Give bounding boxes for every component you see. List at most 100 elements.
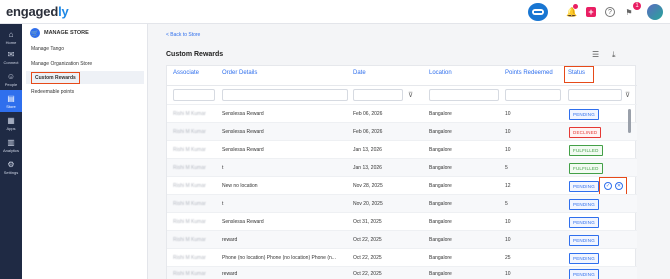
table-row[interactable]: Rishi M Kumar t Nov 20, 2025 Bangalore 5… bbox=[167, 194, 637, 212]
date-cell: Nov 28, 2025 bbox=[353, 183, 383, 189]
notification-dot bbox=[573, 4, 578, 9]
table-row[interactable]: Rishi M Kumar t Jan 13, 2026 Bangalore 5… bbox=[167, 158, 637, 176]
notification-count-badge: 1 bbox=[633, 2, 641, 10]
nav-item-settings[interactable]: ⚙ Settings bbox=[0, 156, 22, 178]
status-badge: PENDING bbox=[569, 109, 599, 120]
connect-icon: ✉ bbox=[7, 49, 15, 59]
table-scrollbar[interactable] bbox=[628, 109, 631, 133]
approve-icon[interactable]: ✓ bbox=[604, 182, 612, 190]
date-cell: Oct 22, 2025 bbox=[353, 255, 382, 261]
main-content: < Back to Store Custom Rewards ☰ ⤓ Assoc… bbox=[148, 24, 670, 279]
store-icon: ▤ bbox=[7, 93, 15, 103]
points-filter-input[interactable] bbox=[505, 89, 561, 101]
points-cell: 10 bbox=[505, 237, 511, 243]
status-badge: PENDING bbox=[569, 199, 599, 210]
analytics-icon: ▥ bbox=[7, 137, 15, 147]
associate-cell[interactable]: Rishi M Kumar bbox=[173, 129, 206, 135]
associate-cell[interactable]: Rishi M Kumar bbox=[173, 237, 206, 243]
points-cell: 10 bbox=[505, 111, 511, 117]
location-cell: Bangalore bbox=[429, 147, 452, 153]
associate-cell[interactable]: Rishi M Kumar bbox=[173, 147, 206, 153]
nav-item-store[interactable]: ▤ Store bbox=[0, 90, 22, 112]
help-icon[interactable]: ? bbox=[605, 7, 615, 17]
location-cell: Bangalore bbox=[429, 201, 452, 207]
nav-item-home[interactable]: ⌂ Home bbox=[0, 26, 22, 48]
points-cell: 10 bbox=[505, 271, 511, 277]
nav-item-apps[interactable]: ▦ Apps bbox=[0, 112, 22, 134]
date-cell: Oct 22, 2025 bbox=[353, 237, 382, 243]
filter-settings-icon[interactable]: ☰ bbox=[592, 50, 599, 59]
location-cell: Bangalore bbox=[429, 111, 452, 117]
table-row[interactable]: Rishi M Kumar New no location Nov 28, 20… bbox=[167, 176, 637, 195]
order-cell: reward bbox=[222, 237, 238, 243]
table-row[interactable]: Rishi M Kumar Senslessa Reward Feb 06, 2… bbox=[167, 122, 637, 140]
download-icon[interactable]: ⤓ bbox=[612, 50, 616, 60]
gear-icon: ⚙ bbox=[7, 159, 15, 169]
associate-filter-input[interactable] bbox=[173, 89, 215, 101]
column-header-status[interactable]: Status bbox=[568, 70, 585, 76]
submenu-item-redeemable-points[interactable]: Redeemable points bbox=[31, 89, 74, 95]
location-cell: Bangalore bbox=[429, 237, 452, 243]
date-filter-input[interactable] bbox=[353, 89, 403, 101]
status-badge: FULFILLED bbox=[569, 145, 603, 156]
chatbot-icon[interactable] bbox=[528, 3, 548, 21]
top-bar: engagedly 🔔 + ? ⚑ 1 bbox=[0, 0, 670, 24]
plus-icon[interactable]: + bbox=[586, 7, 596, 17]
location-cell: Bangalore bbox=[429, 271, 452, 277]
submenu-item-custom-rewards[interactable]: Custom Rewards bbox=[26, 71, 144, 84]
column-header-order-details[interactable]: Order Details bbox=[222, 70, 257, 76]
order-cell: New no location bbox=[222, 183, 258, 189]
nav-item-connect[interactable]: ✉ Connect bbox=[0, 46, 22, 68]
table-row[interactable]: Rishi M Kumar reward Oct 22, 2025 Bangal… bbox=[167, 230, 637, 248]
location-cell: Bangalore bbox=[429, 165, 452, 171]
status-badge: DECLINED bbox=[569, 127, 602, 138]
brand-logo[interactable]: engagedly bbox=[6, 4, 69, 19]
column-header-points-redeemed[interactable]: Points Redeemed bbox=[505, 70, 553, 76]
status-badge: PENDING bbox=[569, 253, 599, 264]
order-cell: Senslessa Reward bbox=[222, 147, 264, 153]
table-row[interactable]: Rishi M Kumar Phone (no location) Phone … bbox=[167, 248, 637, 266]
points-cell: 5 bbox=[505, 201, 508, 207]
points-cell: 10 bbox=[505, 219, 511, 225]
nav-item-analytics[interactable]: ▥ Analytics bbox=[0, 134, 22, 156]
order-cell: t bbox=[222, 201, 224, 207]
rewards-table: Associate Order Details Date Location Po… bbox=[166, 65, 637, 279]
date-cell: Jan 13, 2026 bbox=[353, 147, 382, 153]
apps-icon: ▦ bbox=[7, 115, 15, 125]
order-filter-input[interactable] bbox=[222, 89, 348, 101]
order-cell: Senslessa Reward bbox=[222, 129, 264, 135]
associate-cell[interactable]: Rishi M Kumar bbox=[173, 111, 206, 117]
location-filter-input[interactable] bbox=[429, 89, 499, 101]
column-header-date[interactable]: Date bbox=[353, 70, 366, 76]
nav-item-people[interactable]: ☺ People bbox=[0, 68, 22, 90]
submenu-item-manage-org-store[interactable]: Manage Organization Store bbox=[31, 61, 92, 67]
back-to-store-link[interactable]: < Back to Store bbox=[166, 32, 200, 38]
points-cell: 10 bbox=[505, 147, 511, 153]
column-header-location[interactable]: Location bbox=[429, 70, 452, 76]
avatar[interactable] bbox=[647, 4, 663, 20]
points-cell: 12 bbox=[505, 183, 511, 189]
associate-cell[interactable]: Rishi M Kumar bbox=[173, 219, 206, 225]
order-cell: Senslessa Reward bbox=[222, 219, 264, 225]
table-row[interactable]: Rishi M Kumar reward Oct 22, 2025 Bangal… bbox=[167, 266, 637, 279]
submenu-item-manage-tango[interactable]: Manage Tango bbox=[31, 46, 64, 52]
left-nav: ⌂ Home ✉ Connect ☺ People ▤ Store ▦ Apps… bbox=[0, 24, 22, 279]
order-cell: Senslessa Reward bbox=[222, 111, 264, 117]
associate-cell[interactable]: Rishi M Kumar bbox=[173, 271, 206, 277]
status-filter-icon[interactable]: ⊽ bbox=[625, 91, 630, 99]
column-header-associate[interactable]: Associate bbox=[173, 70, 199, 76]
status-filter-input[interactable] bbox=[568, 89, 622, 101]
table-row[interactable]: Rishi M Kumar Senslessa Reward Oct 31, 2… bbox=[167, 212, 637, 230]
table-row[interactable]: Rishi M Kumar Senslessa Reward Feb 06, 2… bbox=[167, 104, 637, 122]
home-icon: ⌂ bbox=[8, 29, 14, 39]
associate-cell[interactable]: Rishi M Kumar bbox=[173, 201, 206, 207]
date-filter-icon[interactable]: ⊽ bbox=[408, 91, 413, 99]
status-badge: PENDING bbox=[569, 269, 599, 279]
associate-cell[interactable]: Rishi M Kumar bbox=[173, 183, 206, 189]
submenu-header: 🛒 MANAGE STORE bbox=[30, 28, 89, 38]
associate-cell[interactable]: Rishi M Kumar bbox=[173, 165, 206, 171]
table-row[interactable]: Rishi M Kumar Senslessa Reward Jan 13, 2… bbox=[167, 140, 637, 158]
location-cell: Bangalore bbox=[429, 183, 452, 189]
associate-cell[interactable]: Rishi M Kumar bbox=[173, 255, 206, 261]
decline-icon[interactable]: ✕ bbox=[615, 182, 623, 190]
